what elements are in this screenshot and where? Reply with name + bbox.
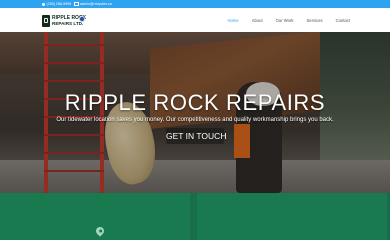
nav-about[interactable]: About — [252, 18, 263, 24]
phone-number: (250) 286-9999 — [46, 2, 72, 6]
logo-line-2: REPAIRS LTD. — [52, 21, 84, 26]
feature-card-services — [197, 193, 387, 240]
get-in-touch-button[interactable]: GET IN TOUCH — [166, 128, 226, 144]
top-contact-bar: (250) 286-9999 admin@rrrepairs.ca — [0, 0, 390, 8]
phone-icon — [42, 2, 45, 6]
features-band — [0, 193, 390, 240]
email-link[interactable]: admin@rrrepairs.ca — [74, 0, 112, 8]
logo-mark-icon — [42, 15, 50, 27]
feature-card-location — [0, 193, 190, 240]
phone-link[interactable]: (250) 286-9999 — [42, 0, 71, 8]
nav-our-work[interactable]: Our Work — [276, 18, 294, 24]
nav-contact[interactable]: Contact — [336, 18, 350, 24]
map-pin-icon — [94, 225, 106, 237]
nav-services[interactable]: Services — [307, 18, 323, 24]
certification-badge-icon — [79, 16, 85, 22]
main-nav: Home About Our Work Services Contact — [215, 18, 350, 24]
site-header: RIPPLE ROCK REPAIRS LTD. Home About Our … — [0, 8, 390, 32]
hero-subtitle: Our tidewater location saves you money. … — [56, 117, 334, 123]
hero-title: RIPPLE ROCK REPAIRS — [64, 90, 326, 115]
mail-icon — [74, 2, 79, 7]
nav-home[interactable]: Home — [228, 18, 239, 24]
email-address: admin@rrrepairs.ca — [80, 2, 112, 6]
hero-section: RIPPLE ROCK REPAIRS Our tidewater locati… — [0, 32, 390, 193]
